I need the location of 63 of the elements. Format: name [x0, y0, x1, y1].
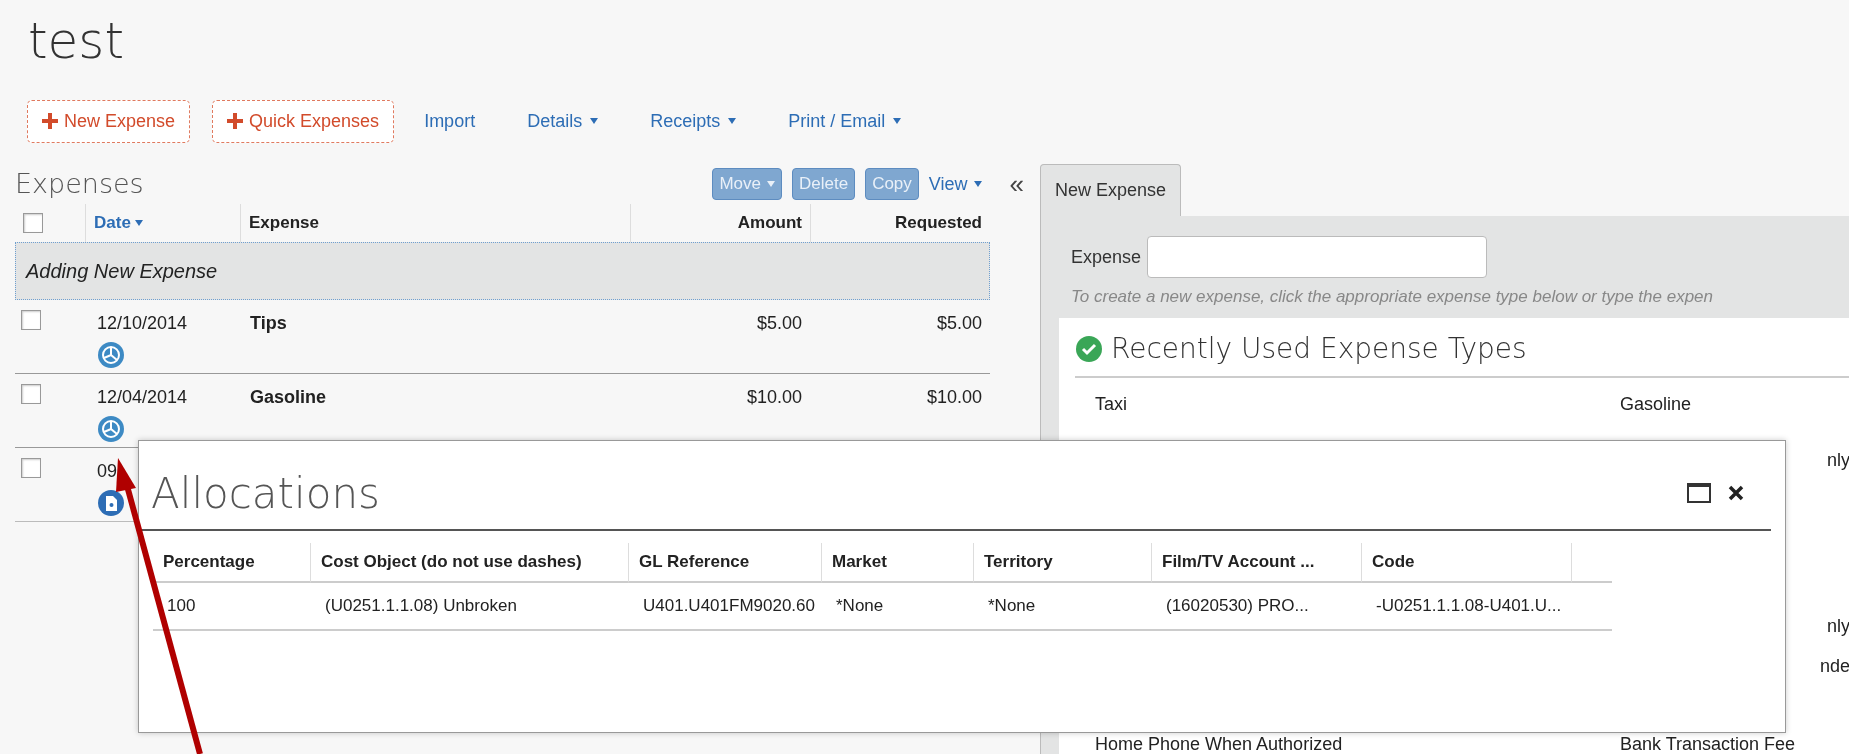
expense-type[interactable]: Bank Transaction Fee [1620, 733, 1796, 754]
column-header: Requested [895, 212, 982, 235]
expense-name: Tips [250, 313, 287, 333]
checkbox[interactable] [21, 458, 41, 478]
add-button[interactable]: New Expense [27, 99, 191, 143]
expense-input[interactable] [1147, 236, 1488, 278]
table-cell-text: 100 [167, 595, 196, 618]
toolbar-menu[interactable]: Receipts [642, 107, 759, 135]
hint-text: To create a new expense, click the appropriate expense type below or type the expen [1071, 286, 1714, 308]
column-header[interactable]: Date [94, 210, 143, 236]
receipt-icon[interactable] [97, 489, 125, 518]
column-header: Cost Object (do not use dashes) [321, 551, 582, 574]
expense-type[interactable]: Home Phone When Authorized [1095, 733, 1343, 754]
toolbar-link[interactable]: Import [416, 107, 498, 135]
plus-icon [227, 113, 244, 129]
add-button[interactable]: Quick Expenses [212, 99, 395, 143]
table-cell-text: (U0251.1.1.08) Unbroken [325, 595, 517, 618]
amount-text: $5.00 [936, 313, 982, 333]
expense-name: Gasoline [250, 387, 327, 407]
table-cell-text: U401.U401FM9020.60 [643, 595, 815, 618]
checkbox[interactable] [21, 310, 41, 330]
tab[interactable]: New Expense [1040, 164, 1182, 216]
expense-type[interactable]: nde [1820, 655, 1849, 676]
check-icon [1075, 334, 1103, 363]
table-cell-text: *None [836, 595, 884, 618]
caret-icon [893, 118, 902, 124]
column-header: Code [1372, 551, 1415, 574]
view-menu[interactable]: View [928, 170, 982, 198]
table-cell-text: (16020530) PRO... [1166, 595, 1309, 618]
checkbox[interactable] [21, 384, 41, 404]
plus-icon [42, 113, 58, 129]
field-label: Expense [1071, 245, 1142, 269]
table-cell-text: *None [988, 595, 1036, 618]
column-header: Expense [249, 212, 319, 235]
column-header: Film/TV Account ... [1162, 551, 1315, 574]
column-header: Territory [984, 551, 1053, 574]
allocation-icon[interactable] [97, 341, 125, 370]
dialog-title: Allocations [151, 468, 380, 518]
page-title: test [27, 11, 126, 72]
caret-icon [590, 118, 599, 124]
date-text: 12/10/2014 [97, 312, 189, 335]
caret-icon [134, 220, 143, 226]
section-title: Expenses [15, 166, 145, 201]
date-text: 12/04/2014 [97, 386, 189, 409]
caret-icon [728, 118, 737, 124]
amount-text: $5.00 [756, 313, 802, 333]
amount-text: $10.00 [746, 387, 802, 407]
table-cell-text: -U0251.1.1.08-U401.U... [1376, 595, 1562, 618]
expense-type[interactable]: Gasoline [1620, 393, 1692, 414]
allocation-icon[interactable] [97, 415, 125, 444]
expense-type[interactable]: Taxi [1095, 393, 1127, 414]
checkbox[interactable] [23, 213, 43, 233]
amount-text: $10.00 [926, 387, 982, 407]
column-header: Percentage [163, 551, 255, 574]
column-header: Market [832, 551, 887, 574]
column-header: GL Reference [639, 551, 750, 574]
toolbar-menu[interactable]: Print / Email [780, 107, 924, 135]
collapse-button[interactable]: « [1003, 164, 1030, 204]
date-text: 09 [97, 460, 119, 483]
section-title: Recently Used Expense Types [1111, 330, 1527, 367]
toolbar-menu[interactable]: Details [519, 107, 621, 135]
column-header: Amount [737, 212, 802, 235]
adding-row[interactable]: Adding New Expense [15, 242, 990, 300]
